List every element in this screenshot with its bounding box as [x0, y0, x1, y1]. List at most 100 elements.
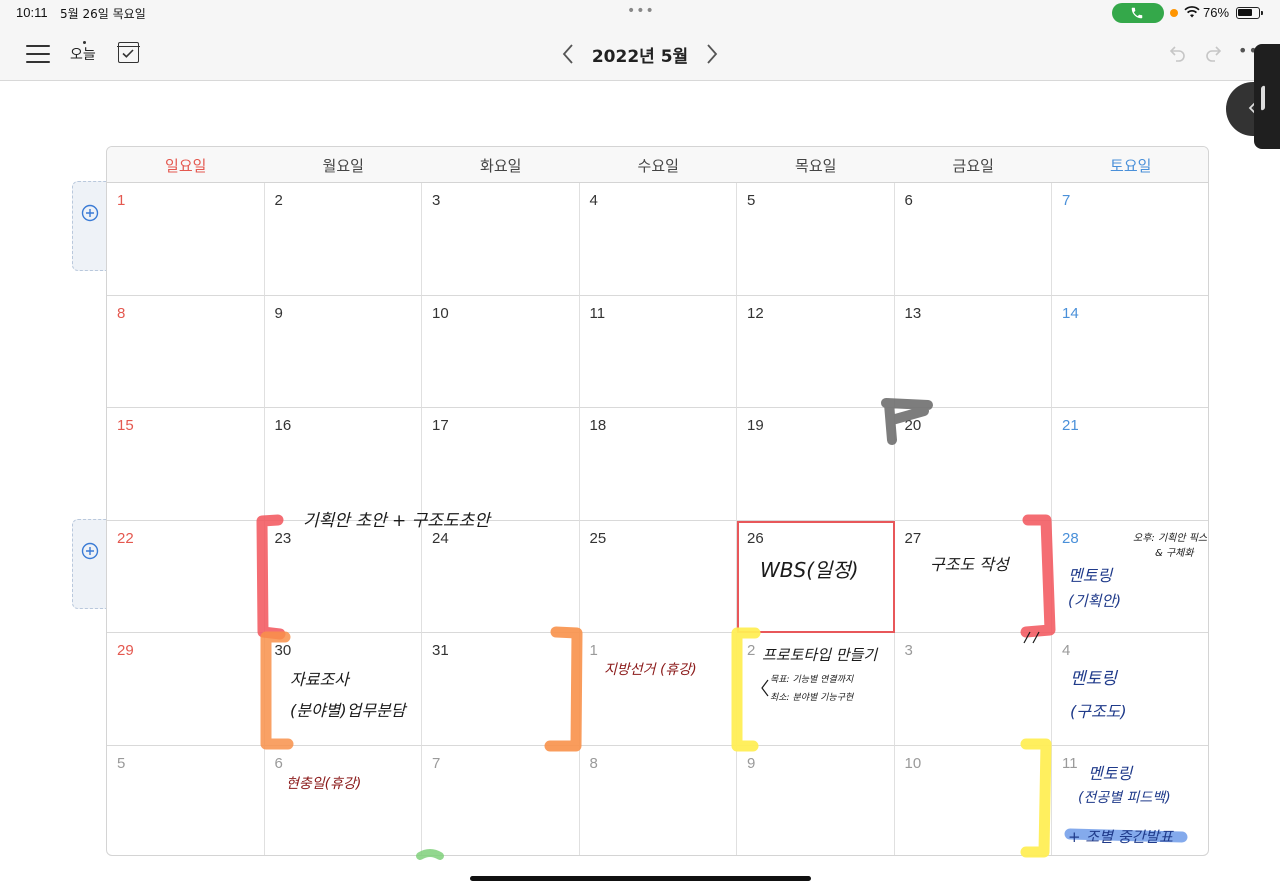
day-number: 27: [904, 529, 922, 547]
note-election: 지방선거 (휴강): [604, 662, 697, 678]
day-cell[interactable]: 18: [579, 408, 737, 521]
day-cell[interactable]: 7: [422, 746, 580, 855]
weekday-sat: 토요일: [1110, 157, 1152, 175]
day-number: 22: [117, 529, 134, 547]
day-number: 10: [432, 304, 449, 322]
note-mentoring-feedback-b: (전공별 피드백): [1078, 790, 1171, 806]
day-cell[interactable]: 5: [107, 746, 265, 855]
note-mentoring-plan-b: (기획안): [1068, 592, 1122, 610]
add-week-note-button[interactable]: [72, 519, 106, 609]
day-cell[interactable]: 16: [264, 408, 422, 521]
day-number: 11: [589, 304, 606, 322]
day-cell[interactable]: 6: [265, 746, 422, 855]
day-number: 7: [1062, 192, 1071, 209]
redo-icon[interactable]: [1203, 43, 1223, 63]
day-number: 30: [274, 642, 292, 660]
month-calendar: 일요일 월요일 화요일 수요일 목요일 금요일 토요일 1 2 3 4 5 6 7 8 9 10 1…: [106, 146, 1209, 856]
home-indicator[interactable]: [470, 876, 811, 881]
day-number: 13: [904, 304, 922, 322]
day-number: 15: [117, 417, 134, 435]
day-number: 21: [1062, 417, 1079, 435]
day-number: 9: [747, 755, 756, 772]
battery-fill: [1238, 9, 1252, 16]
day-number: 28: [1062, 529, 1079, 547]
today-button[interactable]: 오늘: [70, 41, 96, 64]
day-cell[interactable]: 25: [579, 520, 737, 634]
day-cell[interactable]: 4: [579, 183, 737, 296]
day-cell[interactable]: 29: [107, 633, 265, 746]
menu-icon[interactable]: [26, 44, 50, 64]
month-title[interactable]: 2022년 5월: [580, 42, 700, 67]
day-cell[interactable]: 21: [1052, 408, 1208, 521]
day-number: 11: [1062, 755, 1078, 772]
day-number: 2: [274, 192, 283, 209]
day-cell[interactable]: 22: [107, 520, 265, 634]
note-prototype-min: 최소: 분야별 기능구현: [770, 693, 854, 703]
previous-month-chevron-icon[interactable]: [560, 42, 576, 66]
add-week-note-button[interactable]: [72, 181, 106, 271]
day-cell[interactable]: 19: [737, 408, 895, 521]
day-cell[interactable]: 27: [894, 520, 1052, 634]
day-cell[interactable]: 1: [579, 633, 737, 746]
day-cell[interactable]: 7: [1052, 183, 1208, 296]
day-number: 20: [904, 417, 922, 435]
day-number: 5: [117, 755, 126, 772]
grip-icon: [1261, 85, 1265, 111]
day-number: 8: [589, 755, 598, 772]
day-cell[interactable]: 10: [895, 746, 1052, 855]
note-mentoring-plan-a: 멘토링: [1068, 566, 1113, 585]
multitask-dots-icon[interactable]: •••: [627, 3, 655, 19]
day-number: 6: [274, 755, 283, 772]
phone-icon: [1131, 7, 1143, 19]
day-number: 2: [747, 642, 756, 660]
undo-icon[interactable]: [1168, 43, 1188, 63]
day-number: 3: [904, 642, 913, 660]
wifi-icon: [1184, 6, 1200, 18]
tasks-icon[interactable]: [117, 42, 140, 63]
day-cell[interactable]: 11: [579, 295, 737, 409]
today-dot-icon: [83, 41, 86, 44]
day-cell[interactable]: 8: [580, 746, 737, 855]
day-number: 18: [589, 417, 607, 435]
day-number: 6: [904, 192, 913, 209]
battery-icon: [1236, 7, 1263, 19]
day-cell[interactable]: 10: [422, 295, 580, 409]
day-cell[interactable]: 23: [264, 520, 422, 634]
day-cell[interactable]: 17: [422, 408, 580, 521]
day-cell[interactable]: 3: [422, 183, 580, 296]
next-month-chevron-icon[interactable]: [704, 42, 720, 66]
note-mid-presentation: + 조별 중간발표: [1068, 828, 1173, 846]
day-cell[interactable]: 6: [894, 183, 1052, 296]
toolbar: 오늘 2022년 5월 •••: [0, 28, 1280, 81]
day-cell[interactable]: 15: [107, 408, 265, 521]
day-cell[interactable]: 31: [422, 633, 580, 746]
day-cell[interactable]: 24: [422, 520, 580, 634]
battery-percent: 76%: [1203, 5, 1230, 20]
weekday-mon: 월요일: [322, 157, 364, 175]
day-number: 16: [274, 417, 292, 435]
today-label: 오늘: [70, 47, 96, 63]
day-cell[interactable]: 3: [894, 633, 1052, 746]
day-cell[interactable]: 9: [264, 295, 422, 409]
day-cell[interactable]: 13: [894, 295, 1052, 409]
note-mentoring-struct-a: 멘토링: [1070, 669, 1117, 689]
day-cell[interactable]: 4: [1052, 633, 1208, 746]
day-number: 4: [589, 192, 598, 209]
day-number: 1: [589, 642, 598, 660]
day-number: 7: [432, 755, 441, 772]
day-cell[interactable]: 2: [264, 183, 422, 296]
day-cell[interactable]: 1: [107, 183, 265, 296]
day-number: 19: [747, 417, 764, 435]
day-cell[interactable]: 9: [737, 746, 895, 855]
day-cell[interactable]: 8: [107, 295, 265, 409]
weekday-fri: 금요일: [952, 157, 994, 175]
day-cell[interactable]: 12: [737, 295, 895, 409]
active-call-indicator[interactable]: [1112, 3, 1164, 23]
day-cell[interactable]: 5: [737, 183, 895, 296]
slide-over-handle[interactable]: [1254, 44, 1280, 149]
plus-circle-icon: [81, 542, 99, 560]
day-cell[interactable]: 14: [1052, 296, 1208, 409]
note-prototype-goal: 목표: 기능별 연결까지: [770, 675, 854, 685]
status-bar: 10:11 5월 26일 목요일 ••• 76%: [0, 0, 1280, 28]
day-cell[interactable]: 20: [894, 408, 1052, 521]
